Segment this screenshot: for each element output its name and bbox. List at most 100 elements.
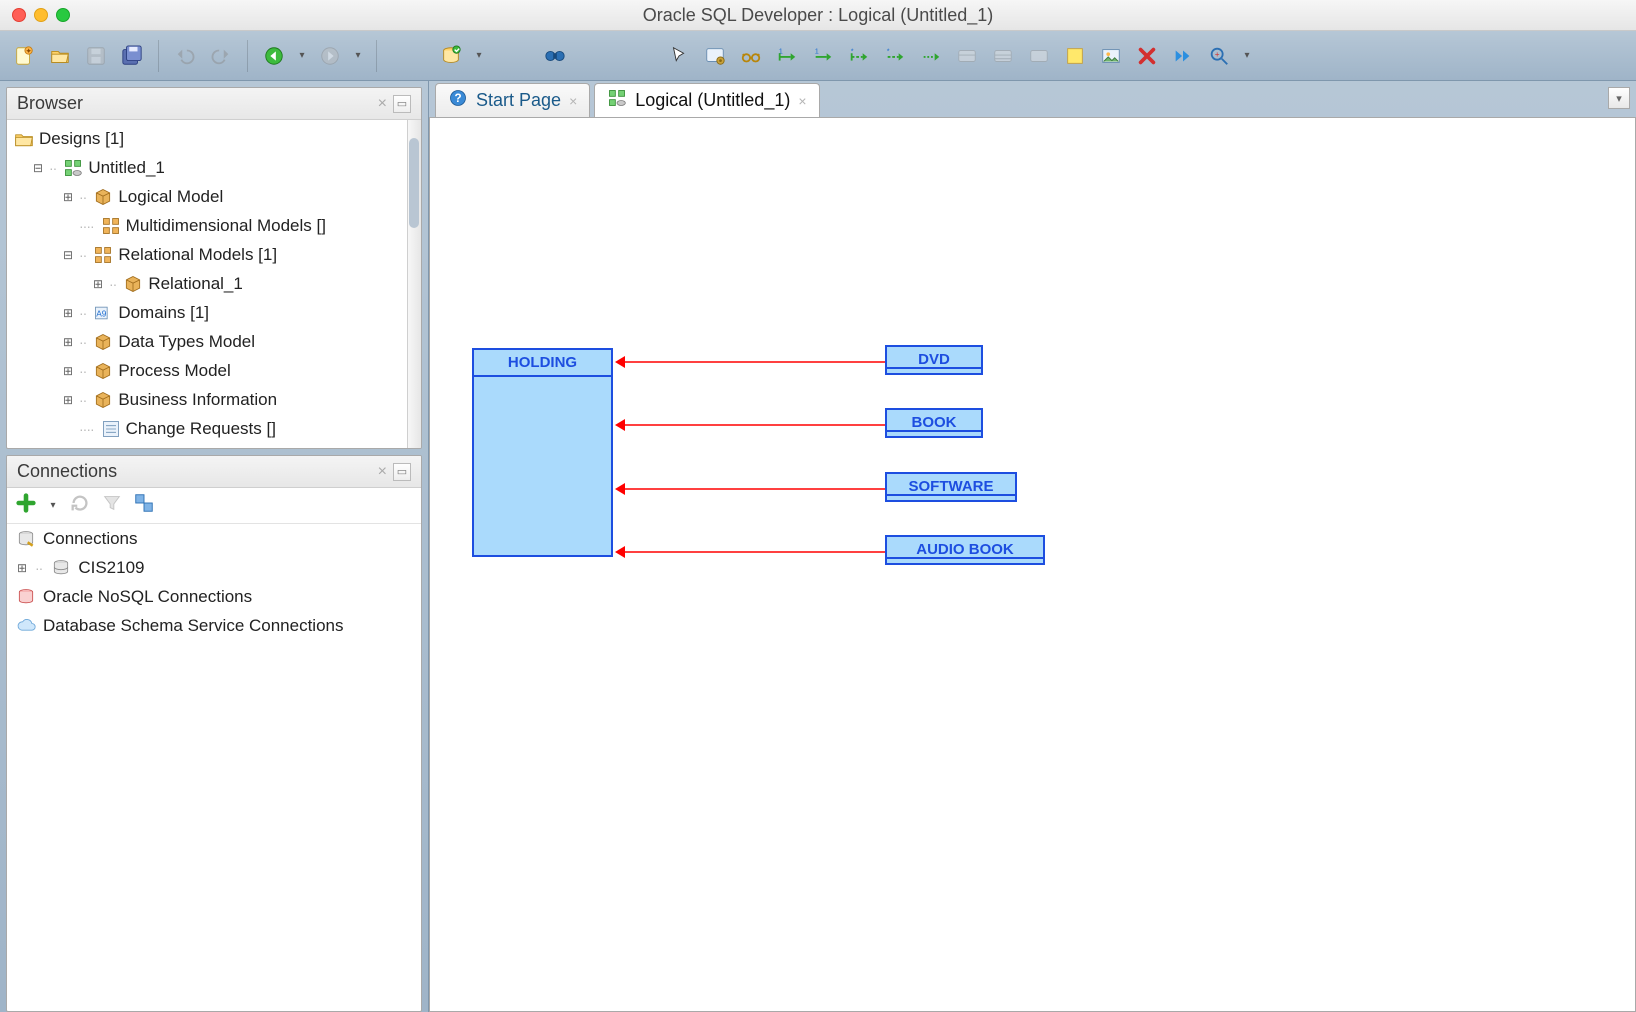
entity-software[interactable]: SOFTWARE (885, 472, 1017, 502)
tree-label: Relational_1 (148, 274, 243, 294)
expand-icon[interactable]: ⊞ (61, 335, 75, 349)
tab-close-button[interactable]: × (798, 93, 806, 109)
refresh-connections-button[interactable] (69, 492, 91, 519)
expand-icon[interactable]: ⊞ (15, 561, 29, 575)
save-button[interactable] (82, 42, 110, 70)
cloud-icon (15, 615, 37, 637)
undo-button[interactable] (171, 42, 199, 70)
relation-holding-book[interactable] (613, 418, 888, 432)
browser-close-button[interactable]: × (378, 95, 387, 113)
relation-1-button[interactable]: 1 (773, 42, 801, 70)
connections-panel-title: Connections (17, 461, 117, 482)
back-button[interactable] (260, 42, 288, 70)
sql-worksheet-button[interactable] (437, 42, 465, 70)
tab-logical[interactable]: Logical (Untitled_1) × (594, 83, 819, 117)
window-titlebar: Oracle SQL Developer : Logical (Untitled… (0, 0, 1636, 31)
connections-toolbar: ▾ (7, 488, 421, 524)
new-connection-dropdown[interactable]: ▾ (47, 500, 59, 511)
sql-worksheet-dropdown[interactable]: ▾ (473, 50, 485, 61)
delete-button[interactable] (1133, 42, 1161, 70)
connections-close-button[interactable]: × (378, 463, 387, 481)
back-dropdown[interactable]: ▾ (296, 50, 308, 61)
connection-cis2109[interactable]: ⊞·· CIS2109 (7, 553, 421, 582)
window-maximize-button[interactable] (56, 8, 70, 22)
cube-icon (92, 331, 114, 353)
tree-design-item[interactable]: ⊟·· Untitled_1 (13, 153, 417, 182)
entity-2-button[interactable] (989, 42, 1017, 70)
tree-datatypes[interactable]: ⊞·· Data Types Model (13, 327, 417, 356)
zoom-dropdown[interactable]: ▾ (1241, 50, 1253, 61)
list-icon (100, 418, 122, 440)
entity-title: BOOK (887, 410, 981, 435)
entity-audio-book[interactable]: AUDIO BOOK (885, 535, 1045, 565)
relation-holding-dvd[interactable] (613, 355, 888, 369)
tree-change[interactable]: ···· Change Requests [] (13, 414, 417, 443)
tree-relational-child[interactable]: ⊞·· Relational_1 (13, 269, 417, 298)
new-connection-button[interactable] (15, 492, 37, 519)
pointer-button[interactable] (665, 42, 693, 70)
relation-holding-audio-book[interactable] (613, 545, 888, 559)
expand-icon[interactable]: ⊞ (61, 364, 75, 378)
svg-text:?: ? (454, 92, 461, 105)
tree-label: Untitled_1 (88, 158, 165, 178)
tree-process[interactable]: ⊞·· Process Model (13, 356, 417, 385)
group-connections-button[interactable] (133, 492, 155, 519)
connections-panel-header: Connections × ▭ (7, 456, 421, 488)
tree-designs[interactable]: Designs [1] (13, 124, 417, 153)
new-button[interactable]: ✦ (10, 42, 38, 70)
relation-5-button[interactable] (917, 42, 945, 70)
relation-2-button[interactable]: 1 (809, 42, 837, 70)
entity-3-button[interactable] (1025, 42, 1053, 70)
connections-root[interactable]: Connections (7, 524, 421, 553)
connections-minimize-button[interactable]: ▭ (393, 463, 411, 481)
browser-scrollbar[interactable] (407, 120, 421, 448)
save-all-button[interactable] (118, 42, 146, 70)
fast-forward-button[interactable] (1169, 42, 1197, 70)
tree-business[interactable]: ⊞·· Business Information (13, 385, 417, 414)
tree-multidim[interactable]: ···· Multidimensional Models [] (13, 211, 417, 240)
connection-schema-service[interactable]: Database Schema Service Connections (7, 611, 421, 640)
tree-label: Multidimensional Models [] (126, 216, 326, 236)
tab-close-button[interactable]: × (569, 93, 577, 109)
browser-minimize-button[interactable]: ▭ (393, 95, 411, 113)
open-button[interactable] (46, 42, 74, 70)
zoom-button[interactable]: + (1205, 42, 1233, 70)
relation-holding-software[interactable] (613, 482, 888, 496)
relation-4-button[interactable]: * (881, 42, 909, 70)
tree-label: Logical Model (118, 187, 223, 207)
tree-domains[interactable]: ⊞·· A9 Domains [1] (13, 298, 417, 327)
collapse-icon[interactable]: ⊟ (31, 161, 45, 175)
forward-button[interactable] (316, 42, 344, 70)
window-minimize-button[interactable] (34, 8, 48, 22)
collapse-icon[interactable]: ⊟ (61, 248, 75, 262)
tab-start-page[interactable]: ? Start Page × (435, 83, 590, 117)
entity-holding[interactable]: HOLDING (472, 348, 613, 557)
expand-icon[interactable]: ⊞ (91, 277, 105, 291)
window-title: Oracle SQL Developer : Logical (Untitled… (0, 5, 1636, 26)
image-button[interactable] (1097, 42, 1125, 70)
filter-connections-button[interactable] (101, 492, 123, 519)
cube-icon (122, 273, 144, 295)
grid-icon (100, 215, 122, 237)
properties-button[interactable] (701, 42, 729, 70)
tree-logical[interactable]: ⊞·· Logical Model (13, 182, 417, 211)
main-toolbar: ✦ ▾ ▾ ▾ 1 1 * * + ▾ (0, 31, 1636, 81)
entity-book[interactable]: BOOK (885, 408, 983, 438)
diagram-canvas[interactable]: HOLDING DVD BOOK SOFTWARE AUDIO BOOK (429, 117, 1636, 1012)
glasses-icon[interactable] (737, 42, 765, 70)
debugger-button[interactable] (541, 42, 569, 70)
entity-1-button[interactable] (953, 42, 981, 70)
window-close-button[interactable] (12, 8, 26, 22)
connection-nosql[interactable]: Oracle NoSQL Connections (7, 582, 421, 611)
entity-dvd[interactable]: DVD (885, 345, 983, 375)
forward-dropdown[interactable]: ▾ (352, 50, 364, 61)
expand-icon[interactable]: ⊞ (61, 393, 75, 407)
note-button[interactable] (1061, 42, 1089, 70)
redo-button[interactable] (207, 42, 235, 70)
cube-icon (92, 186, 114, 208)
tab-list-button[interactable]: ▾ (1608, 87, 1630, 109)
tree-relational[interactable]: ⊟·· Relational Models [1] (13, 240, 417, 269)
expand-icon[interactable]: ⊞ (61, 190, 75, 204)
expand-icon[interactable]: ⊞ (61, 306, 75, 320)
relation-3-button[interactable]: * (845, 42, 873, 70)
